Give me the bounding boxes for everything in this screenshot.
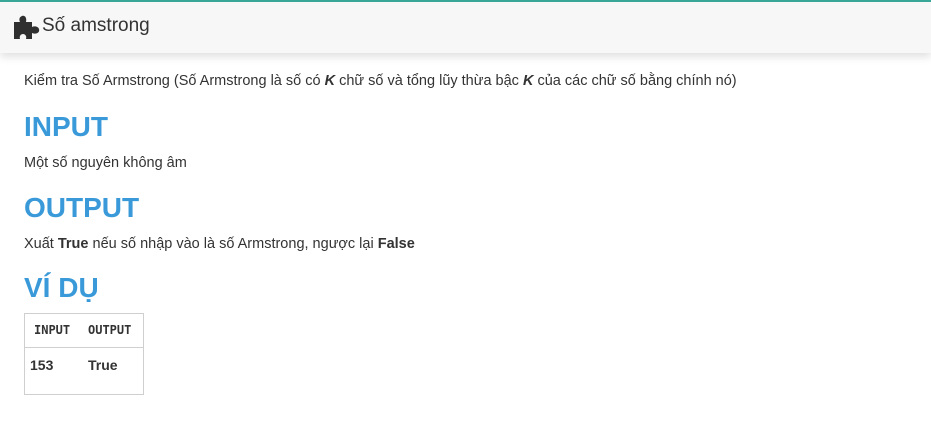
input-description: Một số nguyên không âm [24, 155, 187, 171]
example-output-value: True [88, 357, 118, 373]
output-heading: OUTPUT [24, 192, 140, 223]
description-text: chữ số và tổng lũy thừa bậc [335, 73, 523, 89]
problem-description: Kiểm tra Số Armstrong (Số Armstrong là s… [24, 72, 737, 90]
page-header: Số amstrong [0, 2, 931, 53]
description-text: Kiểm tra Số Armstrong (Số Armstrong là s… [24, 73, 325, 89]
puzzle-piece-icon [14, 15, 40, 39]
output-true-keyword: True [57, 236, 89, 252]
example-heading: VÍ DỤ [24, 272, 99, 303]
output-text: nếu số nhập vào là số Armstrong, ngược l… [88, 236, 378, 252]
example-table-header: INPUT OUTPUT [25, 314, 143, 348]
description-k: K [522, 73, 534, 89]
example-input-value: 153 [30, 357, 54, 373]
column-header-output: OUTPUT [88, 323, 132, 337]
output-description: Xuất True nếu số nhập vào là số Armstron… [24, 235, 415, 253]
page-title: Số amstrong [42, 15, 150, 36]
column-header-input: INPUT [34, 323, 71, 337]
example-table: INPUT OUTPUT 153 True [24, 313, 144, 395]
description-k: K [324, 73, 336, 89]
output-text: Xuất [24, 236, 58, 252]
input-heading: INPUT [24, 111, 108, 142]
description-text: của các chữ số bằng chính nó) [533, 73, 737, 89]
output-false-keyword: False [377, 236, 415, 252]
